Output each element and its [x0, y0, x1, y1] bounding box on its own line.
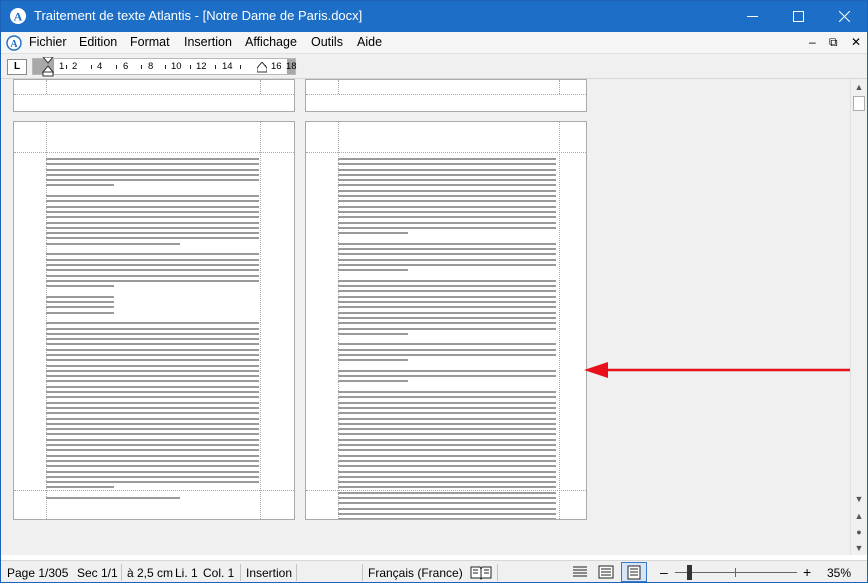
margin-guide [306, 152, 586, 153]
page-layout-view-icon [627, 565, 641, 580]
svg-text:A: A [14, 10, 23, 24]
zoom-slider-center-tick [735, 568, 736, 577]
window-title: Traitement de texte Atlantis - [Notre Da… [34, 8, 363, 23]
ruler-bar: L 1 2 4 6 8 10 12 14 16 18 [1, 54, 867, 79]
status-language[interactable]: Français (France) [368, 566, 463, 580]
spellcheck-book-icon[interactable] [470, 565, 492, 580]
ruler-number: 2 [72, 61, 78, 72]
document-restore-icon[interactable]: ⧉ [829, 35, 838, 50]
margin-guide [559, 80, 560, 94]
zoom-in-button[interactable]: + [803, 564, 811, 580]
menu-aide[interactable]: Aide [357, 35, 382, 49]
menu-format[interactable]: Format [130, 35, 170, 49]
ruler-number: 10 [171, 61, 182, 72]
draft-view-icon[interactable] [572, 565, 588, 579]
margin-guide [14, 152, 294, 153]
page-text-block [46, 158, 259, 502]
ruler-tick [66, 65, 67, 69]
close-icon [838, 11, 850, 22]
status-separator [121, 564, 122, 581]
status-separator [296, 564, 297, 581]
app-window: A Traitement de texte Atlantis - [Notre … [0, 0, 868, 583]
margin-guide [14, 94, 294, 95]
ruler-tick [116, 65, 117, 69]
status-position: à 2,5 cm [127, 566, 174, 580]
menu-affichage[interactable]: Affichage [245, 35, 297, 49]
document-area[interactable] [1, 79, 850, 555]
next-page-icon[interactable]: ▼ [851, 540, 867, 556]
zoom-slider-track[interactable] [675, 572, 797, 573]
ruler-number: 16 [271, 61, 282, 72]
ruler-number: 8 [148, 61, 154, 72]
web-view-icon[interactable] [598, 565, 614, 579]
maximize-button[interactable] [775, 1, 821, 32]
margin-guide [306, 94, 586, 95]
ruler-tick [190, 65, 191, 69]
page-right [305, 121, 587, 520]
ruler-number: 12 [196, 61, 207, 72]
ruler-number: 18 [286, 61, 297, 72]
ruler-tick [215, 65, 216, 69]
tab-stop-selector[interactable]: L [7, 59, 27, 75]
page-previous-right [305, 79, 587, 112]
annotation-arrow-icon [584, 362, 850, 378]
menu-bar: A Fichier Edition Format Insertion Affic… [1, 32, 867, 54]
page-previous-left [13, 79, 295, 112]
status-column: Col. 1 [203, 566, 235, 580]
zoom-slider-thumb[interactable] [687, 565, 692, 580]
document-close-icon[interactable]: ✕ [851, 35, 861, 49]
title-bar: A Traitement de texte Atlantis - [Notre … [1, 1, 867, 32]
zoom-level[interactable]: 35% [827, 566, 851, 580]
ruler-tick [165, 65, 166, 69]
right-indent-marker-icon[interactable] [257, 62, 267, 73]
document-minimize-icon[interactable]: – [809, 35, 816, 49]
atlantis-logo-icon: A [10, 8, 26, 24]
status-section: Sec 1/1 [77, 566, 118, 580]
margin-guide [260, 80, 261, 94]
margin-guide [338, 80, 339, 94]
page-text-block [338, 158, 556, 519]
horizontal-ruler[interactable]: 1 2 4 6 8 10 12 14 16 18 [32, 57, 297, 77]
page-left [13, 121, 295, 520]
ruler-number: 1 [59, 61, 65, 72]
maximize-icon [792, 11, 804, 22]
minimize-button[interactable] [729, 1, 775, 32]
status-insert-mode[interactable]: Insertion [246, 566, 292, 580]
vertical-scrollbar[interactable]: ▲ ▼ ▲ ● ▼ [850, 79, 867, 555]
minimize-icon [746, 16, 758, 17]
scroll-down-icon[interactable]: ▼ [851, 491, 867, 507]
indent-marker-icon[interactable] [42, 57, 54, 77]
margin-guide [260, 122, 261, 519]
status-bar: Page 1/305 Sec 1/1 à 2,5 cm Li. 1 Col. 1… [1, 560, 867, 582]
ruler-tick [240, 65, 241, 69]
ruler-number: 4 [97, 61, 103, 72]
status-separator [362, 564, 363, 581]
menu-fichier[interactable]: Fichier [29, 35, 67, 49]
document-icon[interactable]: A [6, 35, 22, 51]
menu-edition[interactable]: Edition [79, 35, 117, 49]
close-button[interactable] [821, 1, 867, 32]
menu-outils[interactable]: Outils [311, 35, 343, 49]
menu-insertion[interactable]: Insertion [184, 35, 232, 49]
ruler-tick [91, 65, 92, 69]
svg-text:A: A [10, 39, 18, 50]
previous-page-icon[interactable]: ▲ [851, 508, 867, 524]
status-line: Li. 1 [175, 566, 198, 580]
page-layout-view-button[interactable] [621, 562, 647, 582]
scroll-up-icon[interactable]: ▲ [851, 79, 867, 95]
scroll-thumb[interactable] [853, 96, 865, 111]
status-separator [497, 564, 498, 581]
margin-guide [46, 80, 47, 94]
status-separator [240, 564, 241, 581]
browse-object-icon[interactable]: ● [851, 524, 867, 540]
ruler-number: 14 [222, 61, 233, 72]
status-page: Page 1/305 [7, 566, 69, 580]
zoom-out-button[interactable]: – [660, 564, 668, 580]
ruler-tick [141, 65, 142, 69]
ruler-number: 6 [123, 61, 129, 72]
margin-guide [559, 122, 560, 519]
